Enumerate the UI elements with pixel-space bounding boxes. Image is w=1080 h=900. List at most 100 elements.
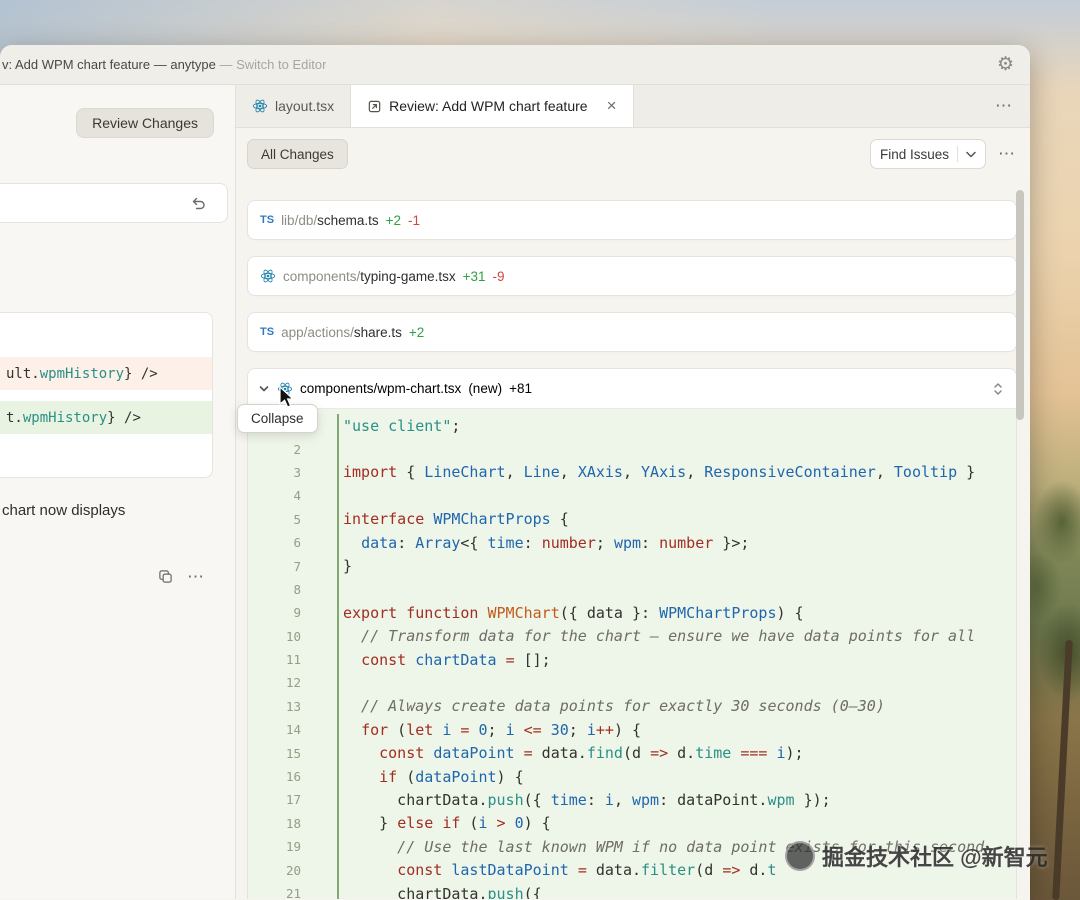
line-number: 19	[285, 839, 301, 855]
settings-gear-icon[interactable]: ⚙	[997, 55, 1014, 74]
file-name: share.ts	[353, 324, 402, 340]
file-card-schema-ts[interactable]: TS lib/db/schema.ts +2 -1	[247, 200, 1017, 240]
tab-layout-tsx[interactable]: layout.tsx	[236, 85, 352, 127]
close-tab-icon[interactable]: ×	[607, 96, 617, 116]
line-number: 4	[293, 488, 301, 504]
review-changes-button[interactable]: Review Changes	[76, 108, 214, 138]
file-card-share-ts[interactable]: TS app/actions/share.ts +2	[247, 312, 1017, 352]
code-line-text: "use client";	[337, 414, 460, 438]
file-path: app/actions/share.ts	[281, 325, 402, 340]
app-window: v: Add WPM chart feature — anytype — Swi…	[0, 45, 1030, 900]
typescript-icon: TS	[260, 214, 275, 226]
line-number: 2	[293, 441, 301, 457]
code-line: 12	[248, 671, 1016, 695]
react-icon	[260, 269, 276, 283]
line-number: 16	[285, 769, 301, 785]
composer-box[interactable]	[0, 183, 228, 223]
chat-sidebar: Review Changes ult. wpmHistory} /> t. wpmHi…	[0, 85, 236, 899]
copy-icon[interactable]	[158, 569, 173, 584]
code-line-text	[337, 671, 343, 695]
switch-to-editor-link[interactable]: — Switch to Editor	[219, 57, 326, 72]
message-more-options-icon[interactable]: ⋯	[187, 568, 206, 585]
line-number: 20	[285, 862, 301, 878]
line-number: 21	[285, 886, 301, 899]
line-number: 14	[285, 722, 301, 738]
file-path: lib/db/schema.ts	[281, 213, 379, 228]
code-line: 11 const chartData = [];	[248, 647, 1016, 672]
file-dir: lib/db/	[281, 212, 318, 228]
code-line: 4	[248, 484, 1016, 508]
line-number: 18	[285, 815, 301, 831]
added-count: +2	[408, 324, 425, 340]
added-count: +81	[509, 381, 532, 396]
diff-file-icon	[368, 100, 381, 112]
code-line-text	[337, 577, 343, 602]
line-number: 17	[285, 792, 301, 808]
added-count: +31	[462, 268, 486, 284]
file-path: components/wpm-chart.tsx	[300, 381, 461, 396]
code-line-text: data: Array <{ time: number; wpm: number …	[337, 530, 749, 555]
file-card-typing-game-tsx[interactable]: components/typing-game.tsx +31 -9	[247, 256, 1017, 296]
added-count: +2	[385, 212, 402, 228]
toolbar-more-icon[interactable]: ⋯	[998, 144, 1017, 164]
watermark-text: 掘金技术社区 @新智元	[822, 845, 1048, 870]
line-number: 7	[293, 558, 301, 574]
collapse-chevron-icon[interactable]	[258, 383, 270, 395]
diff-preview-card[interactable]: ult. wpmHistory} /> t. wpmHistory} />	[0, 312, 213, 478]
file-card-wpm-chart-tsx: components/wpm-chart.tsx (new) +81 1"use…	[247, 368, 1017, 899]
code-line: 17 chartData. push({ time: i, wpm: dataPo…	[248, 788, 1016, 812]
line-number: 15	[285, 745, 301, 761]
code-line-text	[337, 484, 343, 508]
typescript-icon: TS	[260, 326, 275, 338]
expand-collapse-icon[interactable]	[992, 382, 1004, 396]
diff-code-view[interactable]: 1"use client"; 2 3 import { LineChart, Line…	[248, 409, 1016, 899]
code-line: 9 export function WPMChart({ data }: WPMC…	[248, 601, 1016, 625]
code-line-text: interface WPMChartProps {	[337, 507, 569, 531]
code-line-text: for (let i = 0; i <= 30; i ++) {	[337, 718, 641, 742]
chevron-down-icon[interactable]	[966, 151, 976, 158]
code-line-text	[337, 437, 343, 461]
code-line: 8	[248, 577, 1016, 602]
tab-overflow-icon[interactable]: ⋯	[995, 96, 1014, 116]
code-line: 18 } else if (i > 0) {	[248, 811, 1016, 836]
code-line-text: chartData. push({	[337, 881, 542, 899]
watermark-logo	[785, 841, 815, 871]
react-icon	[252, 99, 268, 113]
file-card-header[interactable]: components/wpm-chart.tsx (new) +81	[248, 369, 1016, 409]
code-line: 1"use client";	[248, 414, 1016, 438]
line-number: 11	[285, 652, 301, 668]
code-line: 21 chartData. push({	[248, 881, 1016, 899]
all-changes-button[interactable]: All Changes	[247, 139, 348, 169]
code-line: 10 // Transform data for the chart — ens…	[248, 624, 1016, 648]
code-line-text: // Always create data points for exactly…	[337, 694, 885, 719]
window-titlebar: v: Add WPM chart feature — anytype — Swi…	[0, 45, 1030, 85]
find-issues-button[interactable]: Find Issues	[869, 139, 986, 169]
removed-count: -9	[492, 268, 505, 284]
assistant-message-text: chart now displays	[2, 502, 126, 519]
code-line: 7}	[248, 554, 1016, 578]
line-number: 5	[293, 511, 301, 527]
review-panel: layout.tsx Review: Add WPM chart feature…	[236, 85, 1030, 899]
tab-label: Review: Add WPM chart feature	[389, 98, 588, 114]
code-line-text: }	[337, 554, 352, 578]
code-line-text: import { LineChart, Line, XAxis, YAxis, …	[337, 460, 975, 485]
code-line-text: chartData. push({ time: i, wpm: dataPoint…	[337, 788, 831, 812]
file-name: wpm-chart.tsx	[377, 381, 462, 396]
code-line-text: const lastDataPoint = data. filter (d => d…	[337, 858, 777, 882]
message-actions: ⋯	[158, 568, 206, 585]
editor-tabbar: layout.tsx Review: Add WPM chart feature…	[236, 85, 1030, 128]
undo-icon[interactable]	[190, 195, 207, 212]
file-dir: components/	[283, 268, 361, 284]
code-line-text: const chartData = [];	[337, 647, 551, 672]
line-number: 8	[293, 581, 301, 597]
removed-count: -1	[408, 212, 421, 228]
mouse-cursor	[279, 386, 295, 408]
code-line-text: if (dataPoint) {	[337, 764, 524, 789]
line-number: 12	[285, 675, 301, 691]
review-toolbar: All Changes Find Issues ⋯	[247, 139, 1017, 169]
file-dir: components/	[300, 381, 378, 396]
line-number: 13	[285, 698, 301, 714]
scrollbar-thumb[interactable]	[1016, 190, 1024, 420]
tab-review-wpm-chart[interactable]: Review: Add WPM chart feature ×	[351, 85, 634, 127]
button-divider	[957, 146, 958, 162]
